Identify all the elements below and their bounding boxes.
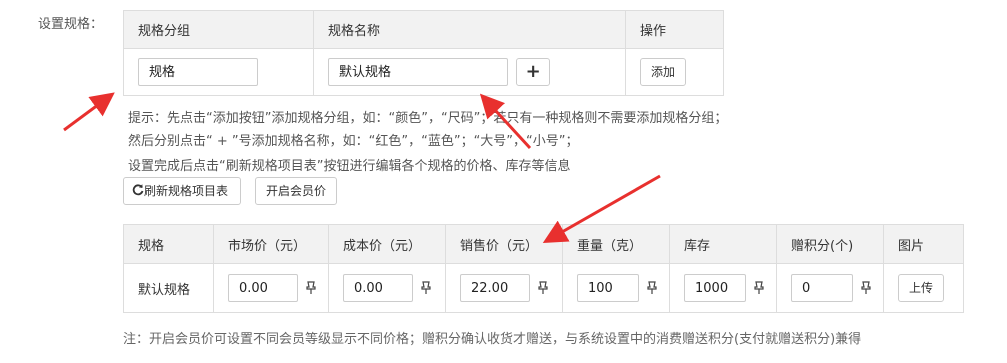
points-input[interactable]: 0 — [791, 274, 853, 302]
price-table-header-row: 规格 市场价（元） 成本价（元） 销售价（元） 重量（克） 库存 赠积分(个) … — [123, 224, 964, 264]
spec-name-cell: 默认规格 + — [313, 48, 626, 96]
header-stock: 库存 — [669, 224, 777, 264]
spec-form-label: 设置规格： — [38, 17, 104, 32]
header-cost-price: 成本价（元） — [328, 224, 446, 264]
sale-price-cell: 22.00 — [445, 263, 563, 313]
batch-fill-icon[interactable] — [536, 281, 550, 295]
points-cell: 0 — [776, 263, 884, 313]
stock-cell: 1000 — [669, 263, 777, 313]
table-row: 默认规格 0.00 0.00 22.00 100 1000 0 上传 — [123, 263, 964, 313]
batch-fill-icon[interactable] — [419, 281, 433, 295]
operation-cell: 添加 — [625, 48, 724, 96]
cost-price-cell: 0.00 — [328, 263, 446, 313]
spec-group-cell: 规格 — [123, 48, 314, 96]
cost-price-input[interactable]: 0.00 — [343, 274, 413, 302]
spec-name-cell: 默认规格 — [123, 263, 214, 313]
header-weight: 重量（克） — [562, 224, 670, 264]
refresh-spec-table-button[interactable]: 刷新规格项目表 — [123, 177, 241, 205]
hint-line-1: 提示：先点击“添加按钮”添加规格分组，如：“颜色”，“尺码”；若只有一种规格则不… — [128, 111, 728, 126]
batch-fill-icon[interactable] — [645, 281, 659, 295]
add-spec-name-button[interactable]: + — [516, 58, 551, 86]
member-price-button[interactable]: 开启会员价 — [255, 177, 337, 205]
spec-table-header-row: 规格分组 规格名称 操作 — [123, 10, 724, 49]
spec-group-input[interactable]: 规格 — [138, 58, 258, 86]
hint-line-3: 设置完成后点击“刷新规格项目表”按钮进行编辑各个规格的价格、库存等信息 — [128, 159, 571, 174]
batch-fill-icon[interactable] — [859, 281, 873, 295]
batch-fill-icon[interactable] — [752, 281, 766, 295]
header-spec-name: 规格名称 — [313, 10, 626, 49]
header-points: 赠积分(个) — [776, 224, 884, 264]
image-cell: 上传 — [883, 263, 964, 313]
sale-price-input[interactable]: 22.00 — [460, 274, 530, 302]
header-market-price: 市场价（元） — [213, 224, 329, 264]
market-price-input[interactable]: 0.00 — [228, 274, 298, 302]
hint-line-2: 然后分别点击“ + ”号添加规格名称，如：“红色”，“蓝色”；“大号”，“小号”… — [128, 134, 579, 149]
header-operation: 操作 — [625, 10, 724, 49]
spec-table-row: 规格 默认规格 + 添加 — [123, 48, 724, 96]
member-price-note: 注：开启会员价可设置不同会员等级显示不同价格；赠积分确认收货才赠送，与系统设置中… — [123, 332, 862, 347]
stock-input[interactable]: 1000 — [684, 274, 746, 302]
header-image: 图片 — [883, 224, 964, 264]
weight-cell: 100 — [562, 263, 670, 313]
add-spec-group-button[interactable]: 添加 — [640, 58, 686, 86]
batch-fill-icon[interactable] — [304, 281, 318, 295]
market-price-cell: 0.00 — [213, 263, 329, 313]
arrow-to-spec-group — [63, 92, 115, 132]
spec-group-table: 规格分组 规格名称 操作 规格 默认规格 + 添加 — [123, 10, 724, 96]
spec-name-input[interactable]: 默认规格 — [328, 58, 508, 86]
refresh-icon — [132, 184, 144, 196]
header-sale-price: 销售价（元） — [445, 224, 563, 264]
header-spec: 规格 — [123, 224, 214, 264]
price-table: 规格 市场价（元） 成本价（元） 销售价（元） 重量（克） 库存 赠积分(个) … — [123, 224, 964, 313]
plus-icon: + — [525, 61, 541, 82]
upload-button[interactable]: 上传 — [898, 274, 944, 302]
refresh-button-label: 刷新规格项目表 — [144, 184, 229, 198]
header-spec-group: 规格分组 — [123, 10, 314, 49]
weight-input[interactable]: 100 — [577, 274, 639, 302]
